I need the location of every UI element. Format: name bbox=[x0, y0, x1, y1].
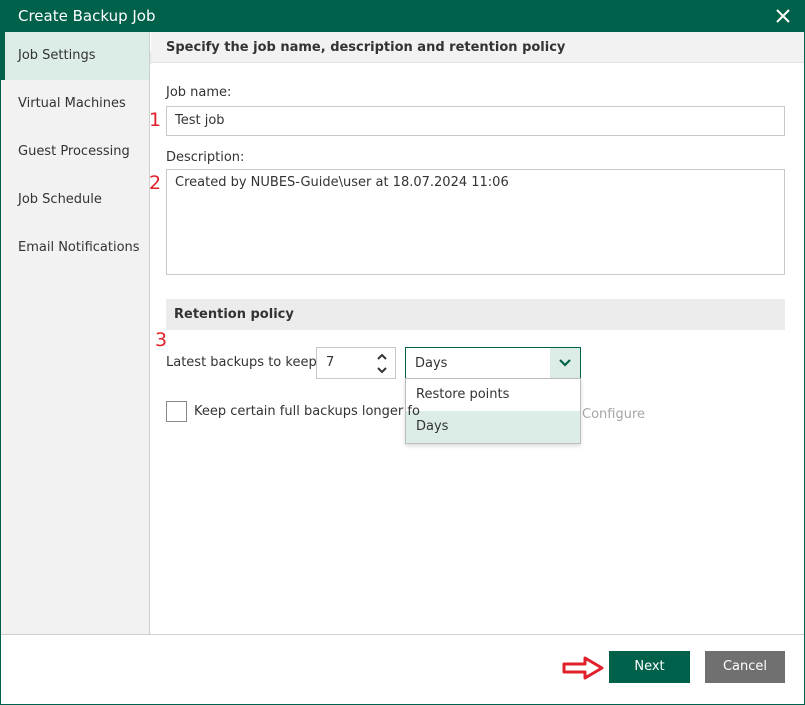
sidebar-item-email-notifications[interactable]: Email Notifications bbox=[1, 224, 149, 272]
cancel-button[interactable]: Cancel bbox=[705, 651, 785, 683]
retention-unit-select[interactable]: Days bbox=[405, 347, 581, 379]
dropdown-option-restore-points[interactable]: Restore points bbox=[406, 379, 580, 411]
job-name-label: Job name: bbox=[166, 85, 232, 100]
job-name-input[interactable]: Test job bbox=[166, 106, 785, 136]
create-backup-job-dialog: Create Backup Job Job Settings Virtual M… bbox=[0, 0, 805, 705]
description-value: Created by NUBES-Guide\user at 18.07.202… bbox=[175, 175, 509, 190]
sidebar: Job Settings Virtual Machines Guest Proc… bbox=[1, 32, 150, 634]
annotation-marker-3: 3 bbox=[155, 329, 168, 351]
annotation-marker-2: 2 bbox=[149, 172, 162, 194]
retention-policy-section: Retention policy bbox=[166, 299, 785, 330]
chevron-up-icon[interactable] bbox=[375, 351, 389, 363]
chevron-down-icon[interactable] bbox=[375, 364, 389, 376]
sidebar-item-job-schedule[interactable]: Job Schedule bbox=[1, 176, 149, 224]
step-header-text: Specify the job name, description and re… bbox=[166, 40, 566, 55]
dropdown-option-label: Days bbox=[416, 419, 449, 434]
sidebar-item-label: Guest Processing bbox=[18, 144, 130, 159]
backups-count-value: 7 bbox=[326, 355, 335, 370]
sidebar-item-guest-processing[interactable]: Guest Processing bbox=[1, 128, 149, 176]
close-icon[interactable] bbox=[772, 5, 794, 27]
title-bar: Create Backup Job bbox=[1, 1, 804, 32]
description-textarea[interactable]: Created by NUBES-Guide\user at 18.07.202… bbox=[166, 169, 785, 275]
keep-full-backups-label: Keep certain full backups longer fo bbox=[194, 404, 420, 419]
dropdown-option-label: Restore points bbox=[416, 387, 510, 402]
keep-full-backups-checkbox[interactable] bbox=[166, 401, 187, 422]
retention-unit-dropdown: Restore points Days bbox=[405, 378, 581, 444]
backups-count-stepper[interactable]: 7 bbox=[316, 347, 396, 379]
annotation-marker-1: 1 bbox=[149, 109, 162, 131]
sidebar-item-label: Email Notifications bbox=[18, 240, 140, 255]
sidebar-item-virtual-machines[interactable]: Virtual Machines bbox=[1, 80, 149, 128]
sidebar-item-label: Virtual Machines bbox=[18, 96, 126, 111]
next-button[interactable]: Next bbox=[609, 651, 690, 683]
configure-button[interactable]: Configure bbox=[582, 407, 645, 422]
sidebar-item-job-settings[interactable]: Job Settings bbox=[1, 32, 149, 80]
job-name-value: Test job bbox=[175, 113, 225, 128]
retention-policy-title: Retention policy bbox=[174, 307, 294, 322]
retention-unit-value: Days bbox=[415, 356, 448, 371]
description-label: Description: bbox=[166, 150, 245, 165]
window-title: Create Backup Job bbox=[18, 7, 156, 25]
dropdown-option-days[interactable]: Days bbox=[406, 411, 580, 443]
sidebar-item-label: Job Schedule bbox=[18, 192, 102, 207]
step-header: Specify the job name, description and re… bbox=[151, 32, 804, 63]
sidebar-item-label: Job Settings bbox=[18, 48, 96, 63]
red-arrow-icon bbox=[562, 656, 604, 680]
chevron-down-icon[interactable] bbox=[550, 348, 580, 378]
latest-backups-label: Latest backups to keep: bbox=[166, 355, 322, 370]
